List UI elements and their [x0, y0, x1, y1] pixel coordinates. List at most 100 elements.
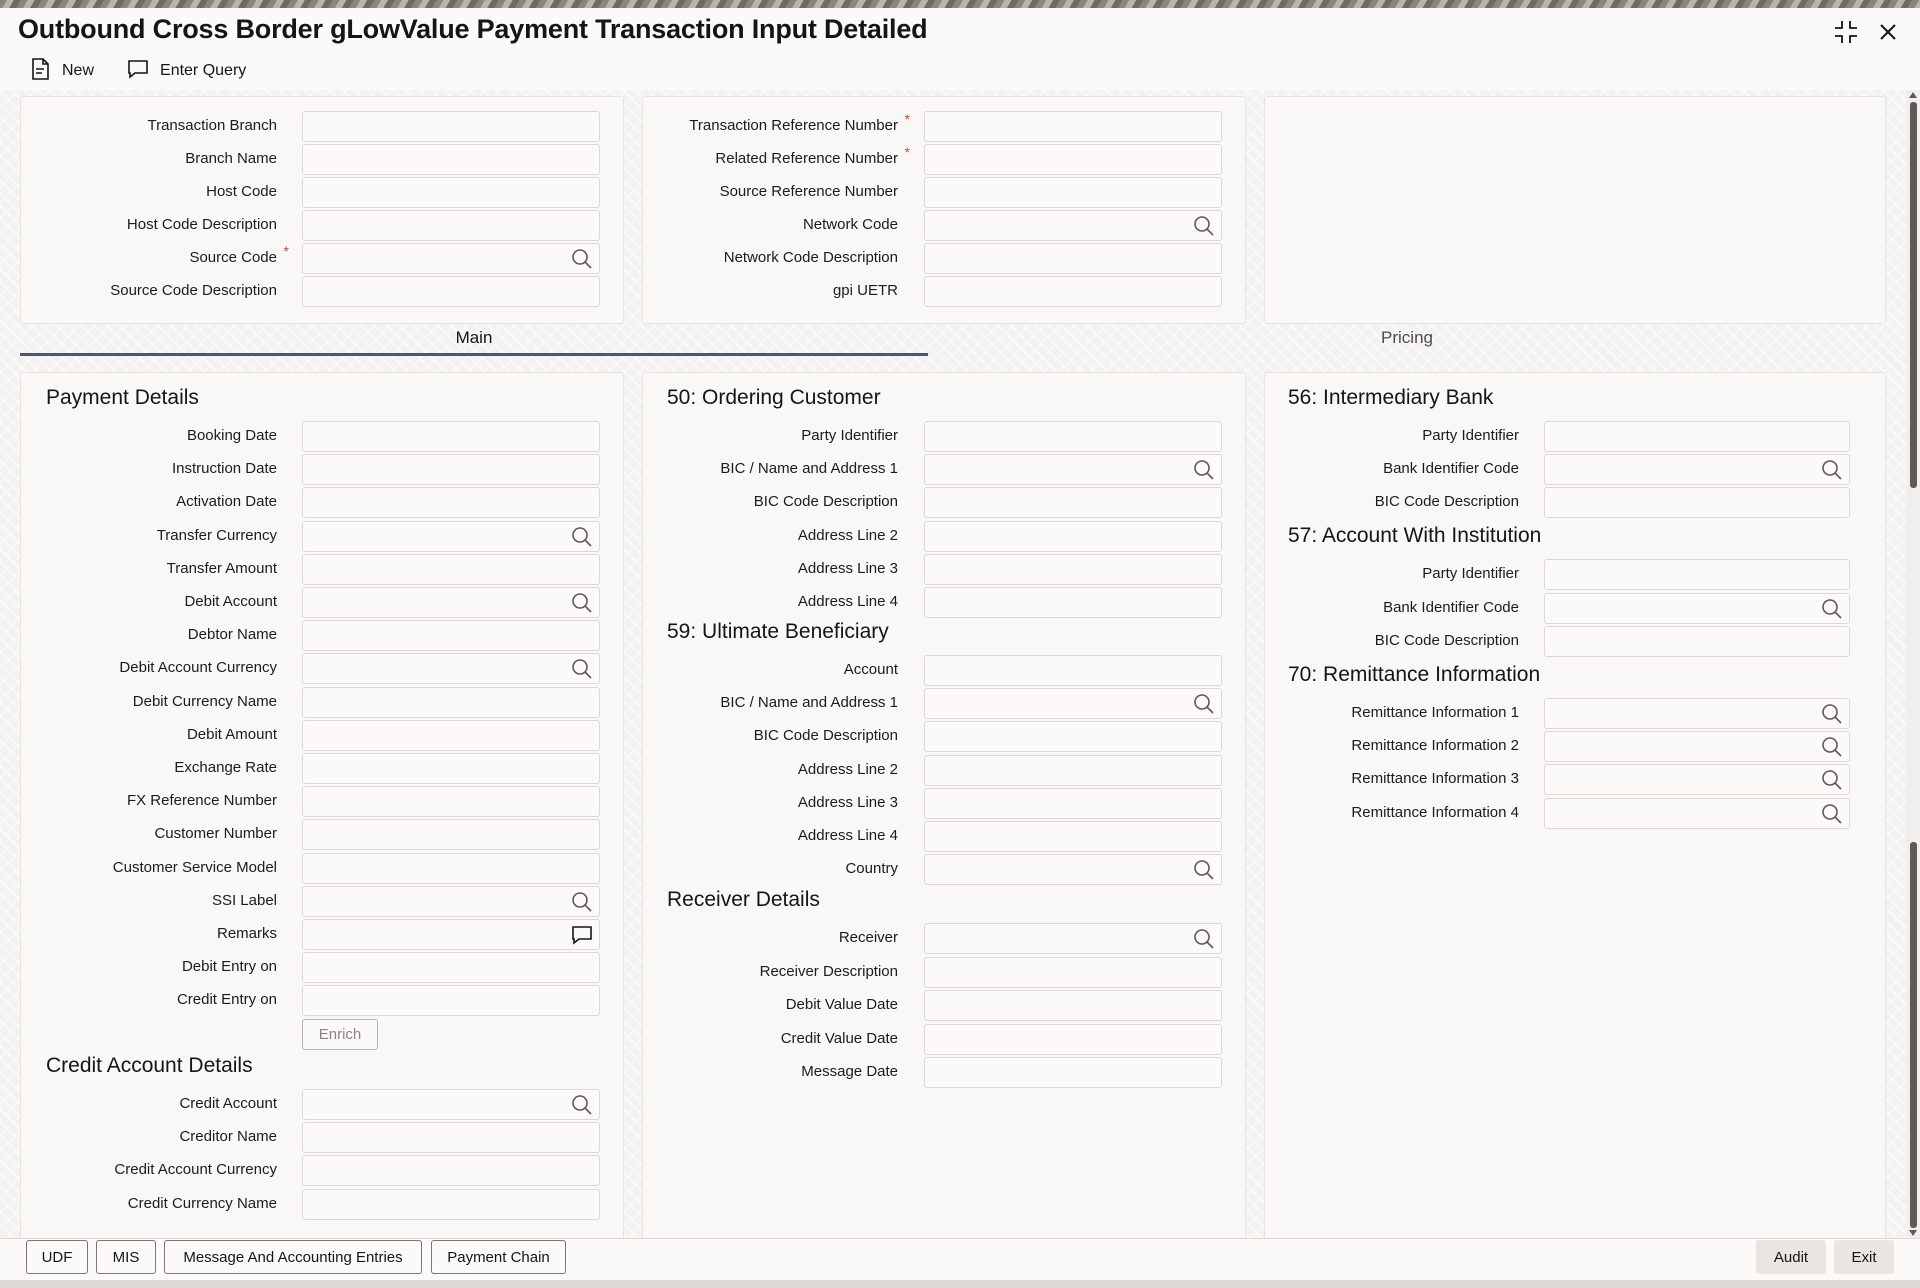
receiver-label: Receiver	[838, 929, 898, 946]
source-reference-number-field[interactable]	[924, 177, 1222, 208]
awi-row-bank-identifier-code: Bank Identifier Code	[0, 592, 1519, 625]
enter-query-button[interactable]: Enter Query	[126, 57, 246, 86]
credit-row-credit-currency-name: Credit Currency Name	[0, 1188, 277, 1221]
address-line-2-field[interactable]	[924, 520, 1222, 552]
search-icon[interactable]	[1821, 459, 1843, 481]
country-field[interactable]	[924, 854, 1222, 886]
search-icon[interactable]	[1821, 803, 1843, 825]
debit-value-date-field[interactable]	[924, 990, 1222, 1021]
gpi-uetr-field[interactable]	[924, 276, 1222, 307]
party-identifier-label: Party Identifier	[1422, 565, 1519, 582]
search-icon[interactable]	[571, 1094, 593, 1116]
intermediary-bank-title: 56: Intermediary Bank	[1288, 386, 1494, 409]
bic-code-description-label: BIC Code Description	[1374, 493, 1519, 511]
credit-value-date-field[interactable]	[924, 1023, 1222, 1055]
remittance-row-remittance-information-3: Remittance Information 3	[0, 763, 1519, 796]
collapse-icon[interactable]	[1832, 18, 1860, 46]
address-line-2-label: Address Line 2	[797, 526, 898, 544]
bic-code-description-label: BIC Code Description	[1374, 632, 1519, 649]
header-mid-row-network-code: Network Code	[0, 209, 898, 242]
header-mid-row-source-reference-number: Source Reference Number	[0, 176, 898, 209]
credit-currency-name-label: Credit Currency Name	[127, 1194, 277, 1212]
network-code-label: Network Code	[802, 216, 898, 233]
account-field[interactable]	[924, 655, 1222, 686]
audit-button[interactable]: Audit	[1756, 1240, 1826, 1274]
credit-account-currency-field[interactable]	[302, 1155, 600, 1187]
payment-row-ssi-label: SSI Label	[0, 885, 277, 918]
header-mid-row-network-code-description: Network Code Description	[0, 242, 898, 275]
new-document-icon	[28, 57, 52, 86]
credit-account-field[interactable]	[302, 1089, 600, 1120]
bic-code-description-field[interactable]	[1544, 626, 1850, 657]
scroll-up-arrow[interactable]	[1909, 92, 1917, 98]
credit-account-currency-label: Credit Account Currency	[114, 1161, 277, 1179]
remittance-information-2-label: Remittance Information 2	[1351, 737, 1519, 755]
related-reference-number-label: Related Reference Number	[715, 150, 898, 167]
search-icon[interactable]	[571, 891, 593, 913]
remittance-information-2-field[interactable]	[1544, 731, 1850, 763]
search-icon[interactable]	[1821, 769, 1843, 791]
form-content: Main Pricing Transaction Branch Branch Na…	[0, 90, 1906, 1238]
remittance-information-1-field[interactable]	[1544, 698, 1850, 729]
scroll-down-arrow[interactable]	[1909, 1230, 1917, 1236]
transaction-reference-number-field[interactable]	[924, 111, 1222, 142]
tab-pricing[interactable]: Pricing	[928, 322, 1886, 356]
required-marker: *	[904, 144, 910, 160]
message-date-field[interactable]	[924, 1057, 1222, 1088]
search-icon[interactable]	[1193, 928, 1215, 950]
remittance-row-remittance-information-1: Remittance Information 1	[0, 697, 1519, 730]
gpi-uetr-label: gpi UETR	[832, 282, 898, 299]
credit-row-creditor-name: Creditor Name	[0, 1121, 277, 1154]
payment-chain-button[interactable]: Payment Chain	[431, 1240, 566, 1274]
mis-button[interactable]: MIS	[96, 1240, 156, 1274]
tab-main[interactable]: Main	[20, 322, 928, 356]
close-icon[interactable]	[1874, 18, 1902, 46]
related-reference-number-field[interactable]	[924, 144, 1222, 175]
credit-currency-name-field[interactable]	[302, 1188, 600, 1220]
receiver-field[interactable]	[924, 923, 1222, 954]
transaction-reference-number-label: Transaction Reference Number	[689, 117, 898, 134]
remittance-information-3-label: Remittance Information 3	[1351, 770, 1519, 788]
scroll-thumb[interactable]	[1910, 102, 1917, 488]
search-icon[interactable]	[1821, 736, 1843, 758]
remittance-information-4-field[interactable]	[1544, 797, 1850, 829]
scroll-track-marker	[1910, 842, 1917, 1228]
ssi-label-field[interactable]	[302, 885, 600, 917]
vertical-scrollbar[interactable]	[1906, 90, 1920, 1238]
new-button[interactable]: New	[28, 57, 94, 86]
bank-identifier-code-field[interactable]	[1544, 592, 1850, 624]
beneficiary-row-account: Account	[0, 654, 898, 687]
new-button-label: New	[62, 62, 95, 79]
creditor-name-field[interactable]	[302, 1122, 600, 1154]
credit-value-date-label: Credit Value Date	[780, 1029, 898, 1047]
account-with-institution-title: 57: Account With Institution	[1288, 524, 1542, 547]
header-mid-row-transaction-reference-number: Transaction Reference Number *	[0, 110, 910, 143]
remittance-information-3-field[interactable]	[1544, 764, 1850, 796]
bank-identifier-code-label: Bank Identifier Code	[1383, 598, 1519, 616]
debit-value-date-label: Debit Value Date	[785, 996, 898, 1013]
search-icon[interactable]	[1821, 598, 1843, 620]
network-code-field[interactable]	[924, 210, 1222, 241]
bic-code-description-field[interactable]	[1544, 487, 1850, 519]
receiver-description-field[interactable]	[924, 956, 1222, 988]
remittance-row-remittance-information-4: Remittance Information 4	[0, 797, 1519, 830]
network-code-description-field[interactable]	[924, 243, 1222, 274]
udf-button[interactable]: UDF	[26, 1240, 88, 1274]
exit-button[interactable]: Exit	[1834, 1240, 1894, 1274]
payment-details-title: Payment Details	[46, 386, 199, 409]
party-identifier-field[interactable]	[1544, 421, 1850, 452]
search-icon[interactable]	[1193, 859, 1215, 881]
intermediary-row-bic-code-description: BIC Code Description	[0, 486, 1519, 519]
party-identifier-field[interactable]	[1544, 559, 1850, 590]
remittance-information-4-label: Remittance Information 4	[1351, 803, 1519, 821]
bank-identifier-code-field[interactable]	[1544, 454, 1850, 486]
credit-row-credit-account-currency: Credit Account Currency	[0, 1154, 277, 1187]
awi-row-party-identifier: Party Identifier	[0, 558, 1519, 591]
search-icon[interactable]	[1821, 703, 1843, 725]
enter-query-label: Enter Query	[160, 62, 247, 79]
beneficiary-row-country: Country	[0, 853, 898, 886]
credit-account-label: Credit Account	[179, 1095, 277, 1112]
search-icon[interactable]	[1193, 215, 1215, 237]
credit-row-credit-account: Credit Account	[0, 1088, 277, 1121]
message-and-accounting-entries-button[interactable]: Message And Accounting Entries	[164, 1240, 422, 1274]
